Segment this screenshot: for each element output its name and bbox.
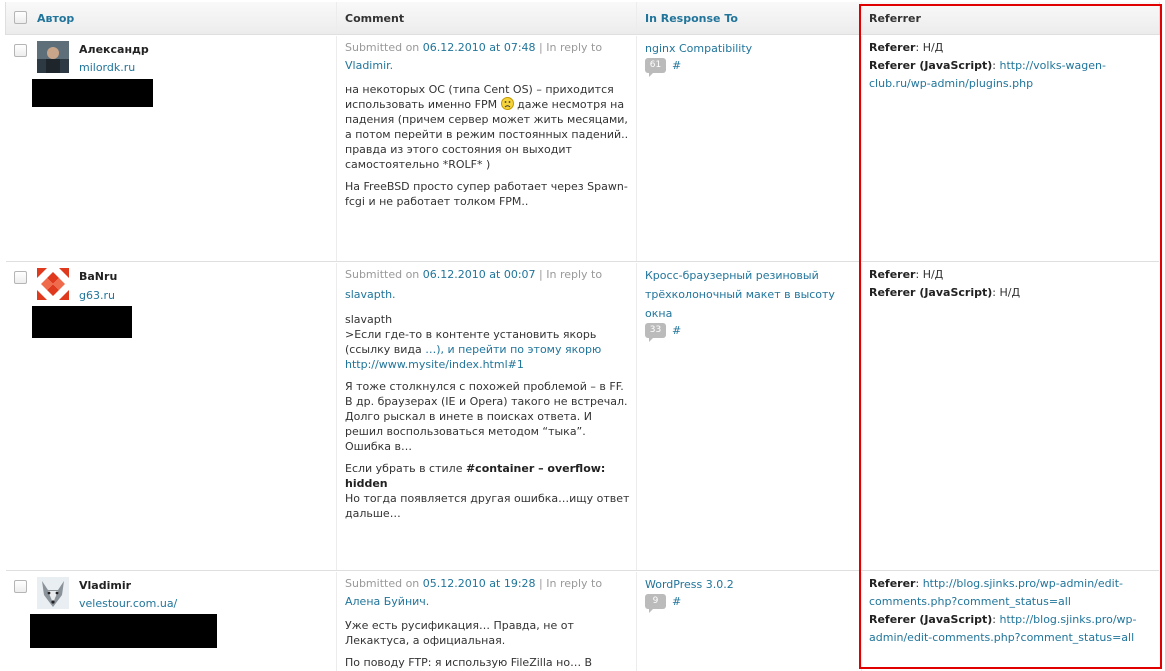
avatar bbox=[37, 268, 69, 300]
row-checkbox[interactable] bbox=[14, 271, 27, 284]
reply-to-link[interactable]: slavapth. bbox=[345, 288, 396, 301]
redacted-block bbox=[30, 614, 217, 648]
reply-to-link[interactable]: Алена Буйнич. bbox=[345, 595, 429, 608]
author-url-link[interactable]: milordk.ru bbox=[79, 61, 135, 74]
sad-face-icon bbox=[500, 97, 514, 110]
comment-date-link[interactable]: 06.12.2010 at 07:48 bbox=[423, 41, 536, 54]
redacted-block bbox=[32, 79, 153, 107]
referrer-cell: Referer: Н/Д Referer (JavaScript): Н/Д bbox=[869, 268, 1021, 299]
avatar bbox=[37, 41, 69, 73]
column-response-header[interactable]: In Response To bbox=[645, 12, 738, 25]
comment-count-bubble[interactable]: 9 bbox=[645, 594, 666, 613]
redacted-block bbox=[32, 306, 132, 338]
comment-text: slavapth >Если где-то в контенте установ… bbox=[345, 313, 630, 520]
author-name: Vladimir bbox=[79, 579, 132, 592]
comment-date-link[interactable]: 06.12.2010 at 00:07 bbox=[423, 268, 536, 281]
comments-table: Автор Comment In Response To Referrer Ал… bbox=[5, 2, 1160, 671]
avatar bbox=[37, 577, 69, 609]
response-post-link[interactable]: Кросс-браузерный резиновый трёхколоночны… bbox=[645, 266, 857, 323]
referrer-cell: Referer: http://blog.sjinks.pro/wp-admin… bbox=[869, 577, 1137, 644]
comment-count-bubble[interactable]: 33 bbox=[645, 323, 666, 342]
response-post-link[interactable]: WordPress 3.0.2 bbox=[645, 575, 857, 594]
permalink-hash[interactable]: # bbox=[672, 59, 681, 72]
row-checkbox[interactable] bbox=[14, 44, 27, 57]
comment-text: Уже есть русификация… Правда, не от Лека… bbox=[345, 619, 593, 669]
column-comment-header: Comment bbox=[345, 12, 405, 25]
submitted-line: Submitted on 06.12.2010 at 00:07 | In re… bbox=[345, 268, 603, 301]
response-post-link[interactable]: nginx Compatibility bbox=[645, 39, 857, 58]
select-all-checkbox[interactable] bbox=[14, 11, 27, 24]
column-author-header[interactable]: Автор bbox=[37, 12, 74, 25]
author-name: Александр bbox=[79, 43, 149, 56]
author-url-link[interactable]: g63.ru bbox=[79, 289, 115, 302]
referrer-cell: Referer: Н/Д Referer (JavaScript): http:… bbox=[869, 41, 1106, 90]
table-header: Автор Comment In Response To Referrer bbox=[6, 2, 1159, 35]
table-row: BaNru g63.ru Submitted on 06.12.2010 at … bbox=[6, 263, 1159, 571]
submitted-line: Submitted on 06.12.2010 at 07:48 | In re… bbox=[345, 41, 603, 72]
table-row: Александр milordk.ru Submitted on 06.12.… bbox=[6, 36, 1159, 262]
author-url-link[interactable]: velestour.com.ua/ bbox=[79, 597, 177, 610]
table-row: Vladimir velestour.com.ua/ Submitted on … bbox=[6, 572, 1159, 671]
column-referrer-header: Referrer bbox=[869, 12, 921, 25]
author-name: BaNru bbox=[79, 270, 118, 283]
anchor-link[interactable]: …), и перейти по этому якорю bbox=[425, 343, 601, 356]
example-url-link[interactable]: http://www.mysite/index.html#1 bbox=[345, 358, 524, 371]
submitted-line: Submitted on 05.12.2010 at 19:28 | In re… bbox=[345, 577, 603, 608]
comment-date-link[interactable]: 05.12.2010 at 19:28 bbox=[423, 577, 536, 590]
permalink-hash[interactable]: # bbox=[672, 324, 681, 337]
comment-text: на некоторых ОС (типа Cent OS) – приходи… bbox=[345, 83, 629, 208]
permalink-hash[interactable]: # bbox=[672, 595, 681, 608]
row-checkbox[interactable] bbox=[14, 580, 27, 593]
reply-to-link[interactable]: Vladimir. bbox=[345, 59, 393, 72]
comment-count-bubble[interactable]: 61 bbox=[645, 58, 666, 77]
